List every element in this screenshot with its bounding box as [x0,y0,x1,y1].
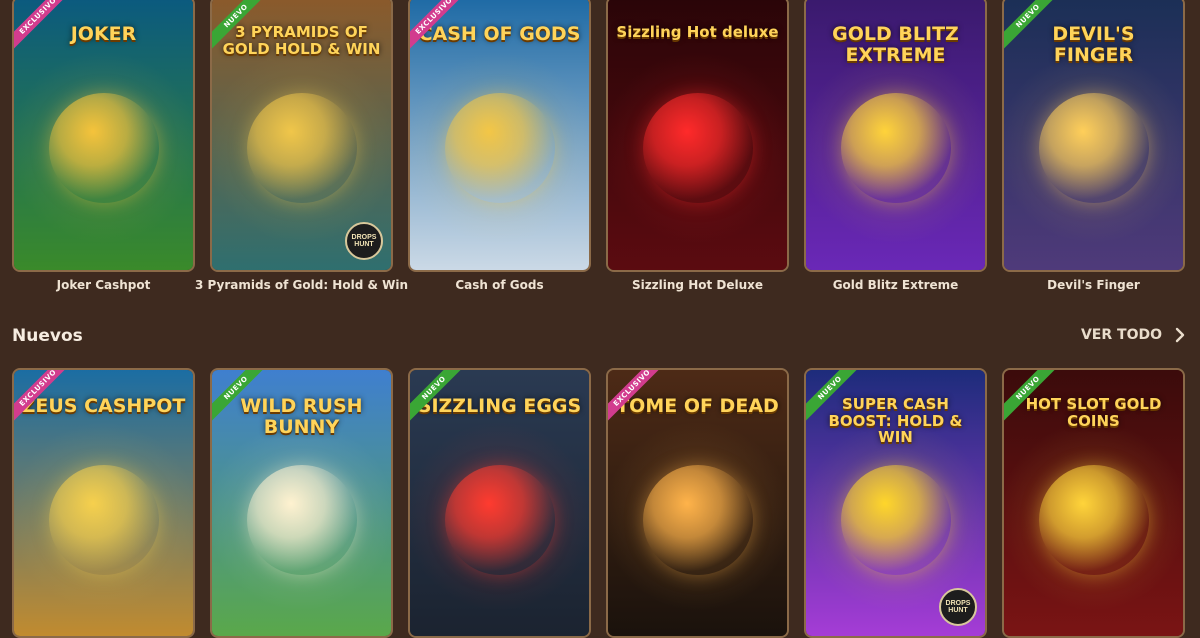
game-thumbnail[interactable]: WILD RUSH BUNNY NUEVO [210,368,393,638]
featured-games-row: JOKER EXCLUSIVO Joker Cashpot 3 PYRAMIDS OF… [12,0,1185,292]
game-logo: CASH OF GODS [418,23,581,45]
game-title[interactable]: 3 Pyramids of Gold: Hold & Win [195,278,408,292]
game-logo: GOLD BLITZ EXTREME [832,23,959,66]
game-card[interactable]: WILD RUSH BUNNY NUEVO [210,368,393,638]
game-thumbnail[interactable]: SIZZLING EGGS NUEVO [408,368,591,638]
game-emblem [1038,93,1149,203]
game-logo: SIZZLING EGGS [417,395,582,417]
game-emblem [246,465,357,575]
game-logo: SUPER CASH BOOST: HOLD & WIN [828,395,963,446]
game-title[interactable]: Sizzling Hot Deluxe [632,278,763,292]
game-logo: 3 PYRAMIDS OF GOLD HOLD & WIN [222,23,381,58]
game-logo: TOME OF DEAD [616,395,779,417]
drops-hunt-badge: DROPS HUNT [345,222,383,260]
game-card[interactable]: SUPER CASH BOOST: HOLD & WIN NUEVO DROPS H… [804,368,987,638]
game-thumbnail[interactable]: ZEUS CASHPOT EXCLUSIVO [12,368,195,638]
game-title[interactable]: Devil's Finger [1047,278,1140,292]
new-games-row: ZEUS CASHPOT EXCLUSIVO WILD RUSH BUNNY NUEV… [12,368,1185,638]
game-title[interactable]: Cash of Gods [455,278,543,292]
game-logo: ZEUS CASHPOT [21,395,186,417]
game-card[interactable]: HOT SLOT GOLD COINS NUEVO [1002,368,1185,638]
chevron-right-icon [1175,327,1185,343]
game-thumbnail[interactable]: DEVIL'S FINGER NUEVO [1002,0,1185,272]
game-emblem [840,93,951,203]
game-thumbnail[interactable]: 3 PYRAMIDS OF GOLD HOLD & WIN NUEVO DROPS … [210,0,393,272]
game-thumbnail[interactable]: CASH OF GODS EXCLUSIVO [408,0,591,272]
game-card[interactable]: SIZZLING EGGS NUEVO [408,368,591,638]
game-thumbnail[interactable]: SUPER CASH BOOST: HOLD & WIN NUEVO DROPS H… [804,368,987,638]
game-title[interactable]: Joker Cashpot [57,278,151,292]
game-thumbnail[interactable]: Sizzling Hot deluxe [606,0,789,272]
game-logo: DEVIL'S FINGER [1052,23,1135,66]
game-card[interactable]: Sizzling Hot deluxe Sizzling Hot Deluxe [606,0,789,292]
see-all-label: VER TODO [1080,327,1162,343]
game-emblem [48,93,159,203]
game-emblem [642,465,753,575]
game-thumbnail[interactable]: HOT SLOT GOLD COINS NUEVO [1002,368,1185,638]
game-title[interactable]: Gold Blitz Extreme [833,278,959,292]
game-logo: JOKER [70,23,137,45]
game-emblem [642,93,753,203]
game-emblem [840,465,951,575]
game-card[interactable]: CASH OF GODS EXCLUSIVO Cash of Gods [408,0,591,292]
game-logo: WILD RUSH BUNNY [240,395,363,438]
game-card[interactable]: JOKER EXCLUSIVO Joker Cashpot [12,0,195,292]
see-all-button[interactable]: VER TODO [1081,327,1188,343]
game-card[interactable]: ZEUS CASHPOT EXCLUSIVO [12,368,195,638]
game-logo: HOT SLOT GOLD COINS [1025,395,1162,430]
game-card[interactable]: TOME OF DEAD EXCLUSIVO [606,368,789,638]
game-emblem [1038,465,1149,575]
game-thumbnail[interactable]: TOME OF DEAD EXCLUSIVO [606,368,789,638]
game-logo: Sizzling Hot deluxe [616,23,779,41]
game-card[interactable]: DEVIL'S FINGER NUEVO Devil's Finger [1002,0,1185,292]
section-title-nuevos: Nuevos [12,326,83,346]
drops-hunt-badge: DROPS HUNT [939,588,977,626]
game-emblem [444,465,555,575]
game-thumbnail[interactable]: GOLD BLITZ EXTREME [804,0,987,272]
game-emblem [246,93,357,203]
game-card[interactable]: GOLD BLITZ EXTREME Gold Blitz Extreme [804,0,987,292]
game-card[interactable]: 3 PYRAMIDS OF GOLD HOLD & WIN NUEVO DROPS … [195,0,408,292]
game-thumbnail[interactable]: JOKER EXCLUSIVO [12,0,195,272]
game-emblem [48,465,159,575]
game-emblem [444,93,555,203]
